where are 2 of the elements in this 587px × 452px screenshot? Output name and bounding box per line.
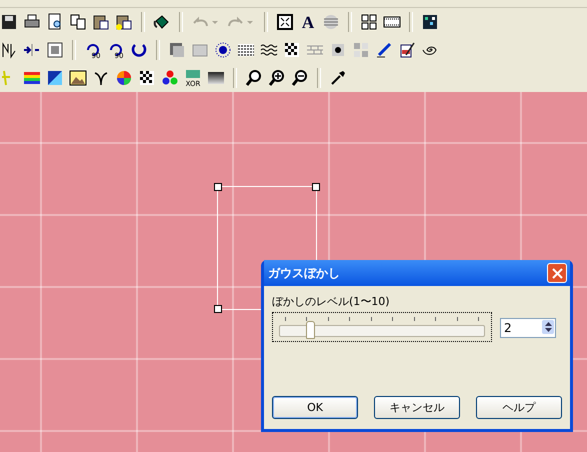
dialog-title: ガウスぼかし [268, 264, 340, 282]
slider-label: ぼかしのレベル(1〜10) [272, 294, 391, 309]
